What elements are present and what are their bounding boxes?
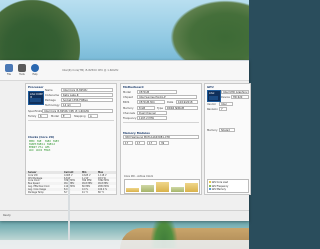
- help-label: Help: [32, 73, 38, 76]
- mb-frequency-field: 1197.2 MHz: [137, 116, 167, 120]
- mb-bios-label: BIOS: [123, 101, 130, 104]
- file-label: File: [7, 73, 11, 76]
- cpu-codename-field: Kaby Lake-R: [61, 93, 113, 97]
- chart-bar: [126, 188, 139, 192]
- gpu-legend: GPU Core Load GPU Frequency GPU Memory: [207, 179, 249, 193]
- mb-model-field: X571UB: [137, 90, 177, 94]
- mainboard-panel: Motherboard Model X571UB Chipset Intel S…: [120, 83, 202, 195]
- window-title: Intel(R) Core(TM) i5-8250U CPU @ 1.60GHz: [62, 69, 119, 72]
- intel-logo: intel: [207, 90, 221, 102]
- mb-type-field: DDR4 SDRAM: [165, 106, 198, 110]
- cpu-spec-field: Intel Core i5-8250U CPU @ 1.60GHz: [42, 109, 113, 113]
- mb-chipset-label: Chipset: [123, 96, 133, 99]
- app-window: File Tools Help Intel(R) Core(TM) i5-825…: [0, 60, 251, 221]
- instruction-set-list: MMX SSE SSE2 SSE3 SSSE3 SSE4.1 SSE4.2 EM…: [29, 140, 71, 158]
- mb-model-label: Model: [123, 91, 131, 94]
- gpu-section-title: GPU: [207, 85, 214, 89]
- chart-bar: [156, 182, 169, 192]
- file-icon: [5, 64, 13, 72]
- gpu-revision-label: Revision: [207, 108, 218, 111]
- chart-label: Core #0 - Active Clock: [124, 175, 154, 178]
- clock-chart: [124, 179, 200, 194]
- row-min: 41 °C: [82, 190, 89, 194]
- file-button[interactable]: File: [3, 64, 15, 79]
- status-bar: Ready: [0, 210, 249, 221]
- mb-date-field: 10/19/2018: [176, 100, 198, 104]
- legend-label: GPU Memory: [211, 188, 226, 191]
- gpu-memory-field: Shared: [219, 128, 235, 132]
- mb-date-label: Date: [167, 101, 174, 104]
- toolbar: File Tools Help Intel(R) Core(TM) i5-825…: [0, 61, 249, 81]
- cpu-stepping-label: Stepping: [74, 115, 86, 118]
- gpu-vendor-field: Intel: [219, 102, 233, 106]
- mainboard-section-title: Motherboard: [123, 85, 144, 89]
- timing-trcd-field: 17: [135, 141, 145, 145]
- mb-type-label: Type: [157, 107, 163, 110]
- tools-button[interactable]: Tools: [16, 64, 28, 79]
- cpu-technology-label: Technology: [45, 104, 60, 107]
- row-name: Package Temp: [28, 190, 44, 194]
- table-row[interactable]: Package Temp 52 °C 41 °C 80 °C: [26, 191, 116, 194]
- cpu-section-title: Processor: [28, 85, 44, 89]
- cpu-family-label: Family: [28, 115, 37, 118]
- help-icon: [31, 64, 39, 72]
- gpu-revision-field: 7: [219, 107, 227, 111]
- help-button[interactable]: Help: [29, 64, 41, 79]
- gpu-panel: GPU intel Intel UHD Graphics 620 Device …: [204, 83, 251, 195]
- wallpaper-cliff-left: [0, 0, 80, 60]
- cpu-family-field: 6: [38, 114, 48, 118]
- gpu-device-field: HD 620: [231, 95, 249, 99]
- row-max: 80 °C: [98, 190, 105, 194]
- mb-channels-field: Dual Channel: [137, 111, 167, 115]
- gpu-device-label: Device: [221, 96, 230, 99]
- cpu-name-label: Name: [45, 89, 53, 92]
- taskbar: [0, 240, 249, 249]
- cpu-model-label: Model: [51, 115, 59, 118]
- instruction-item: AVX: [29, 149, 34, 152]
- chart-bar: [171, 186, 184, 192]
- cpu-package-label: Package: [45, 99, 56, 102]
- wallpaper-pole: [68, 180, 70, 240]
- gpu-logo-text: intel: [209, 92, 215, 95]
- cpu-separator: [28, 120, 114, 121]
- cpu-stepping-field: A: [88, 114, 98, 118]
- tools-icon: [18, 64, 26, 72]
- gpu-vendor-label: Vendor: [207, 103, 217, 106]
- mb-bios-field: X571UB.304: [137, 100, 165, 104]
- mb-separator: [123, 122, 199, 123]
- memory-module-select[interactable]: [#0] Samsung M471A1K43CB1-CTD: [123, 135, 199, 139]
- mb-frequency-label: Frequency: [123, 117, 137, 120]
- cpu-clocks-title: Clocks (Core #0): [28, 135, 55, 139]
- mb-channels-label: Channels: [123, 112, 135, 115]
- status-text: Ready: [3, 214, 11, 217]
- cpu-panel: Processor intel CORE i5 Name Intel Core …: [25, 83, 117, 195]
- mb-chipset-field: Intel Sunrise Point-LP: [137, 95, 197, 99]
- gpu-memory-label: Memory: [207, 129, 218, 132]
- mb-memory-field: 8 GB: [137, 106, 155, 110]
- instruction-item: FMA3: [44, 149, 51, 152]
- cpu-codename-label: Codename: [45, 94, 59, 97]
- timing-trp-field: 17: [147, 141, 157, 145]
- cpu-package-field: Socket 1356 FCBGA: [61, 98, 113, 102]
- intel-core-logo: intel CORE i5: [28, 91, 44, 105]
- legend-item: GPU Memory: [209, 188, 226, 191]
- timing-cl-field: 17: [123, 141, 133, 145]
- chart-bar: [185, 183, 198, 192]
- gpu-name-field: Intel UHD Graphics 620: [221, 90, 249, 94]
- chart-bar: [141, 184, 154, 192]
- wallpaper-cliff-right: [170, 0, 249, 62]
- tools-label: Tools: [19, 73, 25, 76]
- cpu-technology-field: 14 nm: [61, 103, 81, 107]
- timing-tras-field: 39: [159, 141, 169, 145]
- cpu-model-field: E: [61, 114, 71, 118]
- cpu-name-field: Intel Core i5-8250U: [61, 88, 113, 92]
- instruction-item: AVX2: [36, 149, 43, 152]
- mb-memory-label: Memory: [123, 107, 134, 110]
- sensor-table: Sensor Current Min Max Core VID 0.905 V …: [26, 171, 116, 194]
